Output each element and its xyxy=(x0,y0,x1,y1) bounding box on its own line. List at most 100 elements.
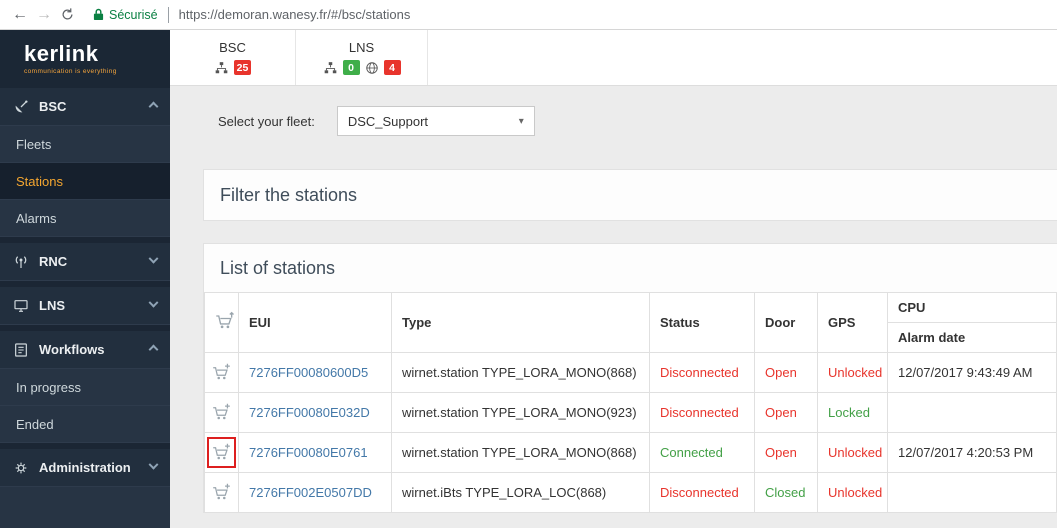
gear-icon xyxy=(15,462,27,473)
security-indicator[interactable]: Sécurisé xyxy=(93,8,158,22)
sidebar-item-fleets[interactable]: Fleets xyxy=(0,126,170,163)
sidebar-item-label: BSC xyxy=(39,99,67,114)
add-to-cart-icon[interactable] xyxy=(207,437,236,468)
lns-green-badge: 0 xyxy=(342,60,360,75)
sidebar-item-label: Workflows xyxy=(39,342,105,357)
gps-cell: Locked xyxy=(817,392,888,433)
status-cell: Connected xyxy=(649,432,755,473)
table-row: 7276FF00080E0761 wirnet.station TYPE_LOR… xyxy=(204,432,1057,473)
sidebar-item-label: Administration xyxy=(39,460,131,475)
door-cell: Open xyxy=(754,352,818,393)
alarm-date-cell: 12/07/2017 4:20:53 PM xyxy=(887,432,1057,473)
document-list-icon xyxy=(15,342,27,357)
refresh-icon[interactable] xyxy=(60,7,75,22)
network-icon xyxy=(324,61,336,73)
dropdown-caret-icon: ▾ xyxy=(518,115,524,127)
lns-red-badge: 4 xyxy=(383,60,401,75)
door-cell: Open xyxy=(754,432,818,473)
url-separator xyxy=(167,6,169,23)
kerlink-logo: kerlink xyxy=(24,41,99,66)
eui-link[interactable]: 7276FF00080E0761 xyxy=(249,445,368,460)
network-icon xyxy=(215,61,227,73)
col-header-gps[interactable]: GPS xyxy=(817,292,888,353)
cart-upload-icon xyxy=(216,311,234,329)
padlock-icon xyxy=(93,8,104,20)
col-header-type[interactable]: Type xyxy=(391,292,650,353)
globe-icon xyxy=(365,61,378,74)
add-to-cart-cell xyxy=(204,392,239,433)
status-cell: Disconnected xyxy=(649,472,755,513)
list-panel-title: List of stations xyxy=(220,257,336,278)
bsc-alarm-badge: 25 xyxy=(233,60,252,75)
filter-panel-title: Filter the stations xyxy=(220,184,358,205)
add-to-cart-icon[interactable] xyxy=(209,359,234,386)
browser-bar: ← → Sécurisé https://demoran.wanesy.fr/#… xyxy=(0,0,1057,30)
sidebar-item-label: RNC xyxy=(39,254,68,269)
gps-cell: Unlocked xyxy=(817,472,888,513)
sidebar-item-in-progress[interactable]: In progress xyxy=(0,369,170,406)
stations-tbody: 7276FF00080600D5 wirnet.station TYPE_LOR… xyxy=(204,352,1057,513)
address-bar[interactable]: https://demoran.wanesy.fr/#/bsc/stations xyxy=(179,7,411,22)
security-label: Sécurisé xyxy=(109,7,158,22)
col-header-eui[interactable]: EUI xyxy=(238,292,392,353)
sidebar-item-bsc[interactable]: BSC xyxy=(0,88,170,126)
tab-label: LNS xyxy=(348,40,375,55)
sidebar-item-ended[interactable]: Ended xyxy=(0,406,170,443)
add-to-cart-cell xyxy=(204,472,239,513)
add-to-cart-cell xyxy=(204,352,239,393)
sidebar-item-rnc[interactable]: RNC xyxy=(0,243,170,281)
monitor-icon xyxy=(14,299,28,312)
chevron-up-icon xyxy=(148,101,159,112)
filter-stations-panel[interactable]: Filter the stations xyxy=(203,169,1057,221)
main-content: Select your fleet: DSC_Support ▾ Filter … xyxy=(170,86,1057,528)
sidebar-item-stations[interactable]: Stations xyxy=(0,163,170,200)
gps-cell: Unlocked xyxy=(817,352,888,393)
satellite-dish-icon xyxy=(15,99,28,112)
tab-label: BSC xyxy=(219,40,246,55)
eui-link[interactable]: 7276FF002E0507DD xyxy=(249,485,372,500)
forward-icon[interactable]: → xyxy=(32,6,56,24)
col-header-alarm-date[interactable]: Alarm date xyxy=(887,322,1057,353)
door-cell: Open xyxy=(754,392,818,433)
status-cell: Disconnected xyxy=(649,352,755,393)
sidebar-item-workflows[interactable]: Workflows xyxy=(0,331,170,369)
eui-link[interactable]: 7276FF00080600D5 xyxy=(249,365,368,380)
col-header-door[interactable]: Door xyxy=(754,292,818,353)
col-header-status[interactable]: Status xyxy=(649,292,755,353)
door-cell: Closed xyxy=(754,472,818,513)
col-header-cpu[interactable]: CPU xyxy=(887,292,1057,323)
top-header: BSC 25 LNS 0 4 xyxy=(170,30,1057,86)
eui-link[interactable]: 7276FF00080E032D xyxy=(249,405,370,420)
type-cell: wirnet.station TYPE_LORA_MONO(868) xyxy=(391,432,650,473)
add-to-cart-icon[interactable] xyxy=(209,399,234,426)
type-cell: wirnet.iBts TYPE_LORA_LOC(868) xyxy=(391,472,650,513)
sidebar-item-lns[interactable]: LNS xyxy=(0,287,170,325)
table-row: 7276FF00080600D5 wirnet.station TYPE_LOR… xyxy=(204,352,1057,393)
alarm-date-cell xyxy=(887,392,1057,433)
logo-tagline: communication is everything xyxy=(24,68,117,75)
alarm-date-cell: 12/07/2017 9:43:49 AM xyxy=(887,352,1057,393)
fleet-select-label: Select your fleet: xyxy=(218,113,315,129)
list-of-stations-panel: List of stations EUI Type Status Door GP… xyxy=(203,243,1057,513)
tab-bsc[interactable]: BSC 25 xyxy=(170,30,296,85)
table-row: 7276FF00080E032D wirnet.station TYPE_LOR… xyxy=(204,392,1057,433)
tab-lns[interactable]: LNS 0 4 xyxy=(296,30,428,85)
fleet-select[interactable]: DSC_Support ▾ xyxy=(336,106,535,136)
logo-block[interactable]: kerlink communication is everything xyxy=(0,30,170,88)
chevron-down-icon xyxy=(148,297,159,308)
fleet-select-value: DSC_Support xyxy=(347,113,429,129)
sidebar: kerlink communication is everything BSC … xyxy=(0,30,170,528)
status-cell: Disconnected xyxy=(649,392,755,433)
chevron-up-icon xyxy=(148,344,159,355)
back-icon[interactable]: ← xyxy=(8,6,32,24)
add-to-cart-icon[interactable] xyxy=(209,479,234,506)
type-cell: wirnet.station TYPE_LORA_MONO(923) xyxy=(391,392,650,433)
cart-sort-header[interactable] xyxy=(204,292,239,353)
sidebar-item-alarms[interactable]: Alarms xyxy=(0,200,170,237)
sidebar-item-label: LNS xyxy=(39,298,65,313)
gps-cell: Unlocked xyxy=(817,432,888,473)
type-cell: wirnet.station TYPE_LORA_MONO(868) xyxy=(391,352,650,393)
add-to-cart-cell xyxy=(204,432,239,473)
chevron-down-icon xyxy=(148,253,159,264)
sidebar-item-administration[interactable]: Administration xyxy=(0,449,170,487)
